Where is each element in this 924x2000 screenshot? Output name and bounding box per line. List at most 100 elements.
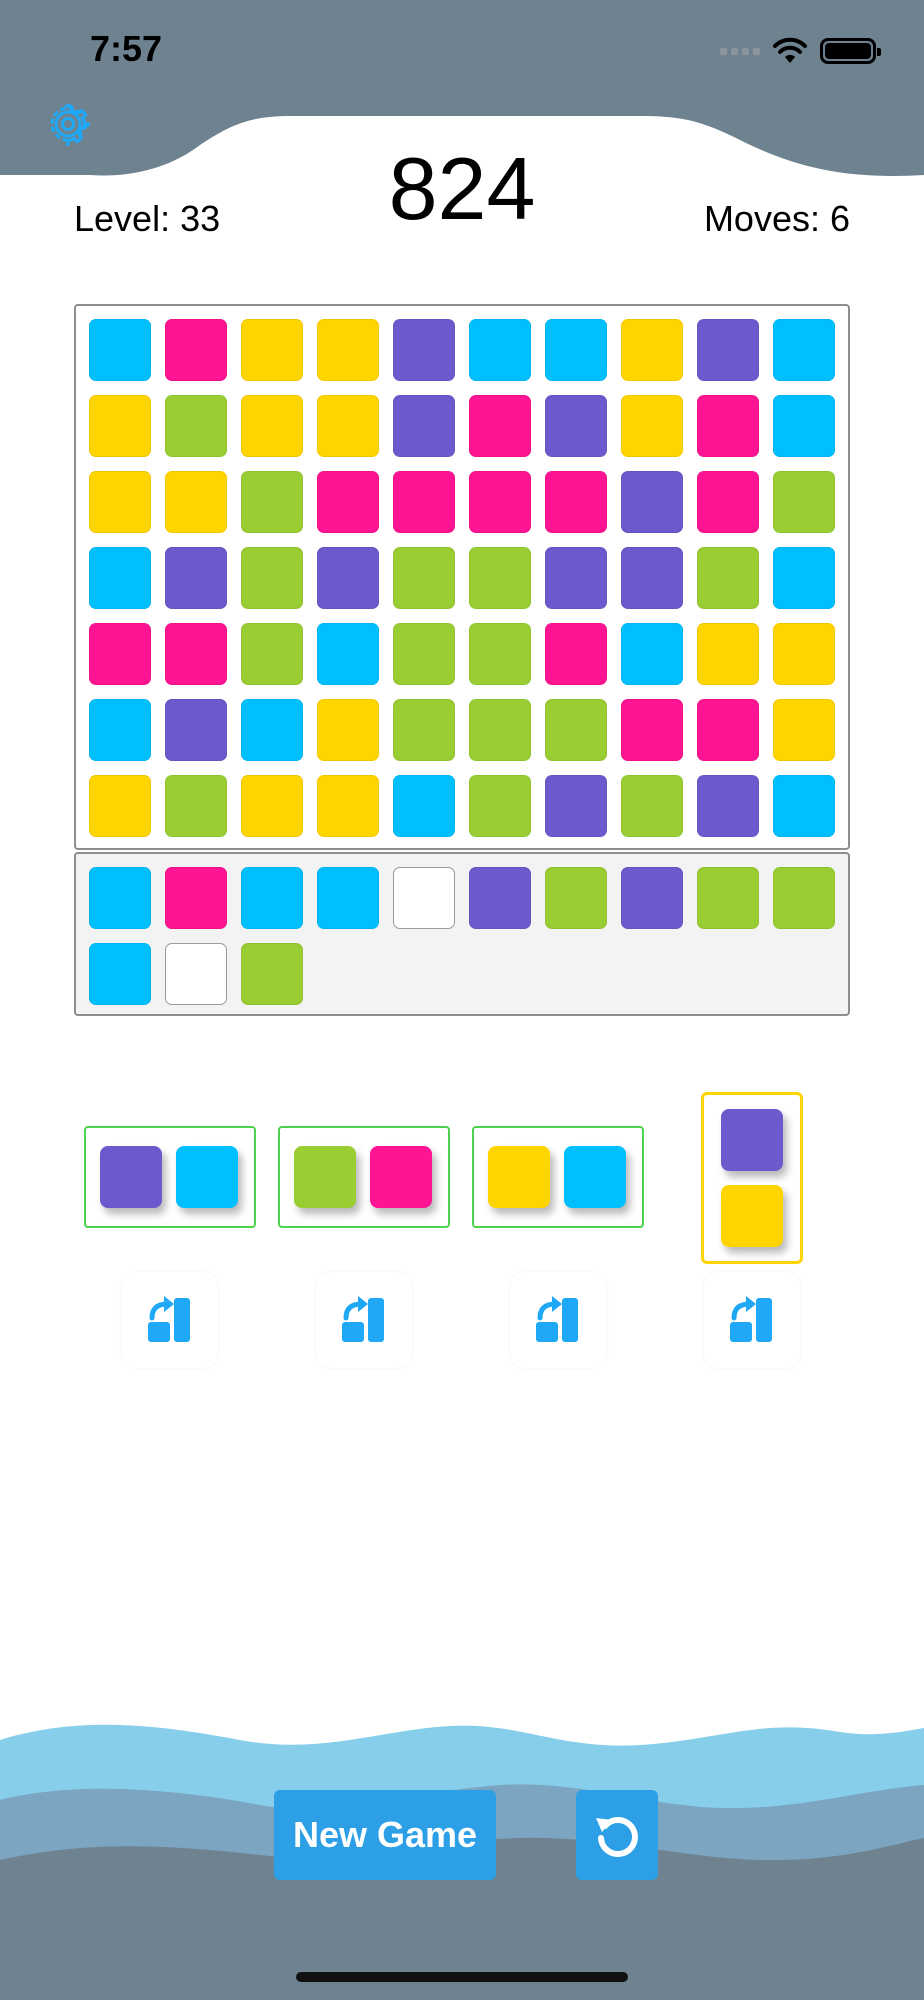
rotate-piece-button[interactable]	[704, 1272, 800, 1368]
piece-tile	[564, 1146, 626, 1208]
new-game-button[interactable]: New Game	[274, 1790, 496, 1880]
board-tile[interactable]	[469, 471, 531, 533]
board-tile[interactable]	[545, 775, 607, 837]
board-tile[interactable]	[773, 699, 835, 761]
board-tile[interactable]	[241, 471, 303, 533]
board-tile[interactable]	[773, 471, 835, 533]
restart-button[interactable]	[576, 1790, 658, 1880]
board-tile[interactable]	[393, 395, 455, 457]
piece-tile	[294, 1146, 356, 1208]
board-tile[interactable]	[469, 623, 531, 685]
board-tile[interactable]	[545, 547, 607, 609]
board-tile[interactable]	[241, 623, 303, 685]
board-tile[interactable]	[773, 395, 835, 457]
rotate-piece-icon	[536, 1296, 578, 1342]
piece-tile	[370, 1146, 432, 1208]
board-tile[interactable]	[393, 775, 455, 837]
board-tile[interactable]	[165, 547, 227, 609]
queue-tile	[621, 867, 683, 929]
board-tile[interactable]	[545, 623, 607, 685]
board-tile[interactable]	[697, 699, 759, 761]
board-tile[interactable]	[89, 547, 151, 609]
board-tile[interactable]	[545, 699, 607, 761]
queue-tile	[317, 867, 379, 929]
piece[interactable]	[84, 1126, 256, 1228]
board-tile[interactable]	[545, 319, 607, 381]
board-tile[interactable]	[165, 319, 227, 381]
board-tile[interactable]	[165, 395, 227, 457]
board-tile[interactable]	[393, 623, 455, 685]
moves-label: Moves: 6	[703, 198, 850, 239]
board-tile[interactable]	[697, 471, 759, 533]
piece[interactable]	[472, 1126, 644, 1228]
rotate-piece-button[interactable]	[510, 1272, 606, 1368]
board-tile[interactable]	[241, 775, 303, 837]
queue-empty-slot	[165, 943, 227, 1005]
board-tile[interactable]	[621, 471, 683, 533]
queue-tile	[89, 867, 151, 929]
board-tile[interactable]	[165, 471, 227, 533]
board-tile[interactable]	[89, 775, 151, 837]
board-tile[interactable]	[317, 699, 379, 761]
board-tile[interactable]	[773, 623, 835, 685]
board-tile[interactable]	[621, 699, 683, 761]
board-tile[interactable]	[317, 471, 379, 533]
board-tile[interactable]	[545, 395, 607, 457]
board-tile[interactable]	[89, 395, 151, 457]
queue-tile	[241, 943, 303, 1005]
board-tile[interactable]	[317, 775, 379, 837]
board-tile[interactable]	[469, 775, 531, 837]
piece[interactable]	[278, 1126, 450, 1228]
board-tile[interactable]	[697, 623, 759, 685]
board-tile[interactable]	[165, 623, 227, 685]
board-tile[interactable]	[393, 319, 455, 381]
board-tile[interactable]	[697, 319, 759, 381]
board-tile[interactable]	[773, 775, 835, 837]
rotate-piece-icon	[148, 1296, 190, 1342]
board-tile[interactable]	[89, 471, 151, 533]
board-tile[interactable]	[241, 319, 303, 381]
board-tile[interactable]	[697, 775, 759, 837]
piece-tile	[176, 1146, 238, 1208]
board-tile[interactable]	[393, 547, 455, 609]
queue-tile	[241, 867, 303, 929]
board-tile[interactable]	[241, 699, 303, 761]
board-tile[interactable]	[469, 319, 531, 381]
board-tile[interactable]	[697, 395, 759, 457]
board-tile[interactable]	[773, 547, 835, 609]
cellular-signal-icon	[720, 47, 760, 55]
battery-icon	[820, 38, 881, 64]
rotate-piece-button[interactable]	[122, 1272, 218, 1368]
board-tile[interactable]	[317, 395, 379, 457]
game-board[interactable]	[74, 304, 850, 850]
queue-tile	[773, 867, 835, 929]
board-tile[interactable]	[165, 699, 227, 761]
board-tile[interactable]	[697, 547, 759, 609]
board-tile[interactable]	[89, 319, 151, 381]
board-tile[interactable]	[317, 623, 379, 685]
board-tile[interactable]	[469, 395, 531, 457]
board-tile[interactable]	[621, 319, 683, 381]
board-tile[interactable]	[469, 547, 531, 609]
board-tile[interactable]	[317, 547, 379, 609]
board-tile[interactable]	[621, 775, 683, 837]
board-tile[interactable]	[621, 547, 683, 609]
board-tile[interactable]	[621, 395, 683, 457]
board-tile[interactable]	[621, 623, 683, 685]
rotate-piece-button[interactable]	[316, 1272, 412, 1368]
board-tile[interactable]	[317, 319, 379, 381]
board-tile[interactable]	[393, 471, 455, 533]
queue-tile	[469, 867, 531, 929]
board-tile[interactable]	[165, 775, 227, 837]
board-tile[interactable]	[89, 699, 151, 761]
board-tile[interactable]	[545, 471, 607, 533]
rotate-piece-icon	[342, 1296, 384, 1342]
board-tile[interactable]	[241, 395, 303, 457]
board-tile[interactable]	[89, 623, 151, 685]
board-tile[interactable]	[241, 547, 303, 609]
board-tile[interactable]	[773, 319, 835, 381]
board-tile[interactable]	[469, 699, 531, 761]
board-tile[interactable]	[393, 699, 455, 761]
piece-selected[interactable]	[701, 1092, 803, 1264]
queue-tile	[545, 867, 607, 929]
